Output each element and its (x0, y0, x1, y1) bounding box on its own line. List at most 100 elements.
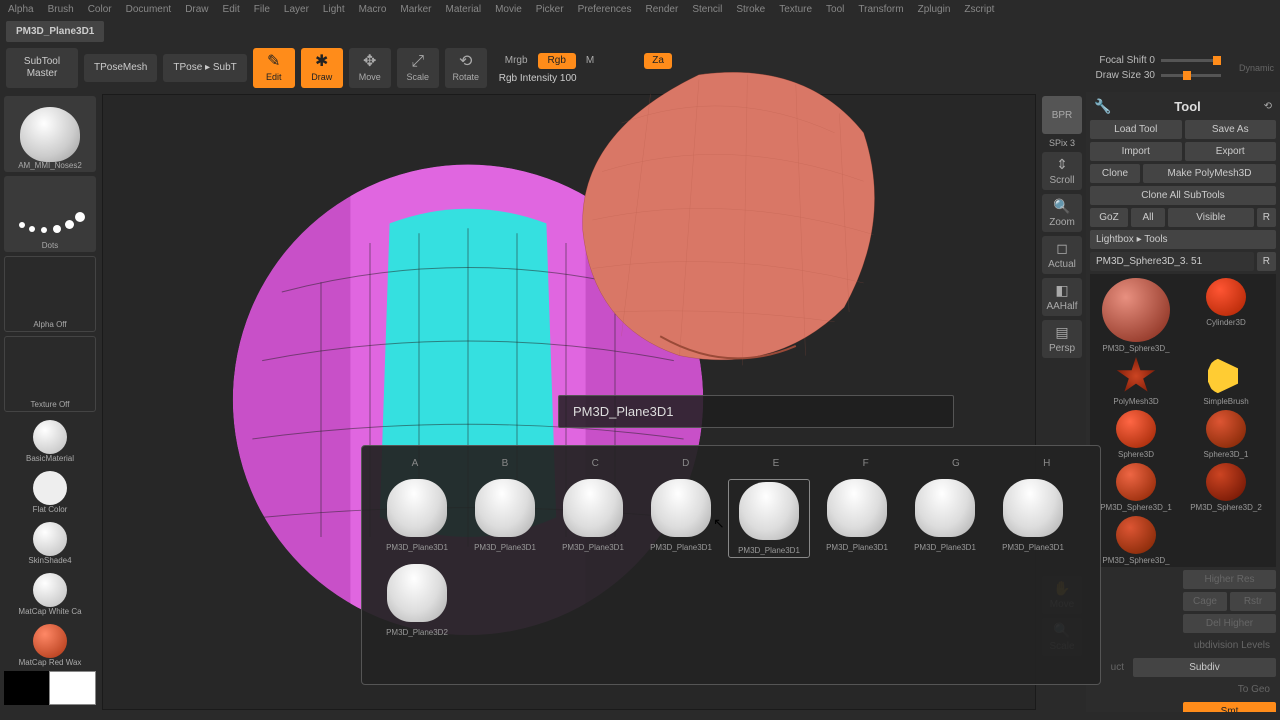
menu-item[interactable]: Draw (185, 4, 208, 15)
quickpick-item[interactable]: PM3D_Plane3D1 (992, 479, 1074, 558)
quickpick-item[interactable]: PM3D_Plane3D1 (904, 479, 986, 558)
higher-res-button[interactable]: Higher Res (1183, 570, 1276, 589)
load-tool-button[interactable]: Load Tool (1090, 120, 1182, 139)
menu-item[interactable]: Light (323, 4, 345, 15)
tool-item[interactable]: SimpleBrush (1182, 355, 1270, 406)
zoom-button[interactable]: 🔍Zoom (1042, 194, 1082, 232)
menu-item[interactable]: Tool (826, 4, 844, 15)
scroll-icon: ⇕ (1056, 156, 1068, 173)
tool-item[interactable]: PolyMesh3D (1092, 355, 1180, 406)
nose-thumb-icon (739, 482, 799, 540)
quickpick-item[interactable]: PM3D_Plane3D1 (816, 479, 898, 558)
smt-button[interactable]: Smt (1183, 702, 1276, 712)
move-mode-button[interactable]: ✥Move (349, 48, 391, 88)
menu-item[interactable]: Material (446, 4, 482, 15)
quickpick-item[interactable]: PM3D_Plane3D1 (552, 479, 634, 558)
export-button[interactable]: Export (1185, 142, 1277, 161)
subdiv-button[interactable]: Subdiv (1133, 658, 1276, 677)
tool-item[interactable]: Cylinder3D (1182, 276, 1270, 353)
goz-visible-button[interactable]: Visible (1168, 208, 1254, 227)
clone-button[interactable]: Clone (1090, 164, 1140, 183)
material-flat[interactable]: Flat Color (4, 467, 96, 514)
menu-item[interactable]: Movie (495, 4, 522, 15)
viewport[interactable]: PM3D_Plane3D1 A B C D E F G H PM3D_Plane… (102, 94, 1036, 710)
menu-item[interactable]: Zplugin (918, 4, 951, 15)
menu-item[interactable]: Marker (400, 4, 431, 15)
texture-thumb[interactable]: Texture Off (4, 336, 96, 412)
tool-item[interactable]: Sphere3D_1 (1182, 408, 1270, 459)
goz-all-button[interactable]: All (1131, 208, 1165, 227)
menu-item[interactable]: Preferences (578, 4, 632, 15)
persp-button[interactable]: ▤Persp (1042, 320, 1082, 358)
lightbox-tools-button[interactable]: Lightbox ▸ Tools (1090, 230, 1276, 249)
alpha-thumb[interactable]: Alpha Off (4, 256, 96, 332)
import-button[interactable]: Import (1090, 142, 1182, 161)
scroll-button[interactable]: ⇕Scroll (1042, 152, 1082, 190)
material-basic[interactable]: BasicMaterial (4, 416, 96, 463)
color-swatches[interactable] (4, 671, 96, 705)
menu-item[interactable]: Zscript (964, 4, 994, 15)
menu-item[interactable]: Render (646, 4, 679, 15)
edit-mode-button[interactable]: ✎Edit (253, 48, 295, 88)
menu-item[interactable]: Document (126, 4, 172, 15)
tool-item[interactable]: Sphere3D (1092, 408, 1180, 459)
quickpick-caption: PM3D_Plane3D1 (650, 543, 712, 552)
quickpick-caption: PM3D_Plane3D1 (738, 546, 800, 555)
tpose-subt-button[interactable]: TPose ▸ SubT (163, 54, 246, 82)
spix-slider[interactable]: SPix 3 (1049, 138, 1075, 148)
brush-thumb[interactable]: AM_MMI_Noses2 (4, 96, 96, 172)
menu-item[interactable]: Alpha (8, 4, 34, 15)
quickpick-item[interactable]: PM3D_Plane3D1 (464, 479, 546, 558)
material-skin[interactable]: SkinShade4 (4, 518, 96, 565)
scale-mode-button[interactable]: ⤢Scale (397, 48, 439, 88)
material-white-cavity[interactable]: MatCap White Ca (4, 569, 96, 616)
quickpick-caption: PM3D_Plane3D1 (826, 543, 888, 552)
tposemesh-button[interactable]: TPoseMesh (84, 54, 157, 82)
clone-all-button[interactable]: Clone All SubTools (1090, 186, 1276, 205)
focal-shift-slider[interactable]: Focal Shift 0 (1099, 55, 1221, 66)
menu-item[interactable]: Stencil (692, 4, 722, 15)
tool-r-button[interactable]: R (1257, 252, 1276, 271)
menu-item[interactable]: Brush (48, 4, 74, 15)
quickpick-item[interactable]: PM3D_Plane3D2 (376, 564, 458, 637)
menu-item[interactable]: Color (88, 4, 112, 15)
bpr-button[interactable]: BPR (1042, 96, 1082, 134)
goz-button[interactable]: GoZ (1090, 208, 1128, 227)
cage-button[interactable]: Cage (1183, 592, 1227, 611)
refresh-icon[interactable]: ⟲ (1264, 101, 1272, 112)
quickpick-item[interactable]: PM3D_Plane3D1 (376, 479, 458, 558)
aahalf-button[interactable]: ◧AAHalf (1042, 278, 1082, 316)
menu-item[interactable]: File (254, 4, 270, 15)
menu-item[interactable]: Texture (779, 4, 812, 15)
nose-thumb-icon (475, 479, 535, 537)
make-polymesh-button[interactable]: Make PolyMesh3D (1143, 164, 1276, 183)
rotate-mode-button[interactable]: ⟲Rotate (445, 48, 487, 88)
col-label: H (1043, 458, 1050, 469)
menu-item[interactable]: Macro (359, 4, 387, 15)
tool-item[interactable]: PM3D_Sphere3D_1 (1092, 461, 1180, 512)
quickpick-caption: PM3D_Plane3D1 (386, 543, 448, 552)
del-higher-button[interactable]: Del Higher (1183, 614, 1276, 633)
tool-item[interactable]: PM3D_Sphere3D_2 (1182, 461, 1270, 512)
mrgb-button[interactable]: Mrgb (499, 53, 534, 69)
quickpick-caption: PM3D_Plane3D1 (562, 543, 624, 552)
quickpick-item[interactable]: PM3D_Plane3D1 (640, 479, 722, 558)
menu-item[interactable]: Picker (536, 4, 564, 15)
menu-item[interactable]: Layer (284, 4, 309, 15)
subtool-master-button[interactable]: SubTool Master (6, 48, 78, 88)
nose-thumb-icon (915, 479, 975, 537)
menu-item[interactable]: Stroke (736, 4, 765, 15)
rstr-button[interactable]: Rstr (1230, 592, 1276, 611)
draw-mode-button[interactable]: ✱Draw (301, 48, 343, 88)
goz-r-button[interactable]: R (1257, 208, 1276, 227)
tool-item[interactable]: PM3D_Sphere3D_ (1092, 276, 1180, 353)
actual-button[interactable]: ◻Actual (1042, 236, 1082, 274)
menu-item[interactable]: Edit (223, 4, 240, 15)
draw-size-slider[interactable]: Draw Size 30 (1096, 70, 1221, 81)
quickpick-item[interactable]: PM3D_Plane3D1 (728, 479, 810, 558)
save-as-button[interactable]: Save As (1185, 120, 1277, 139)
tool-item[interactable]: PM3D_Sphere3D_ (1092, 514, 1180, 565)
menu-item[interactable]: Transform (858, 4, 903, 15)
stroke-thumb[interactable]: Dots (4, 176, 96, 252)
material-red-wax[interactable]: MatCap Red Wax (4, 620, 96, 667)
